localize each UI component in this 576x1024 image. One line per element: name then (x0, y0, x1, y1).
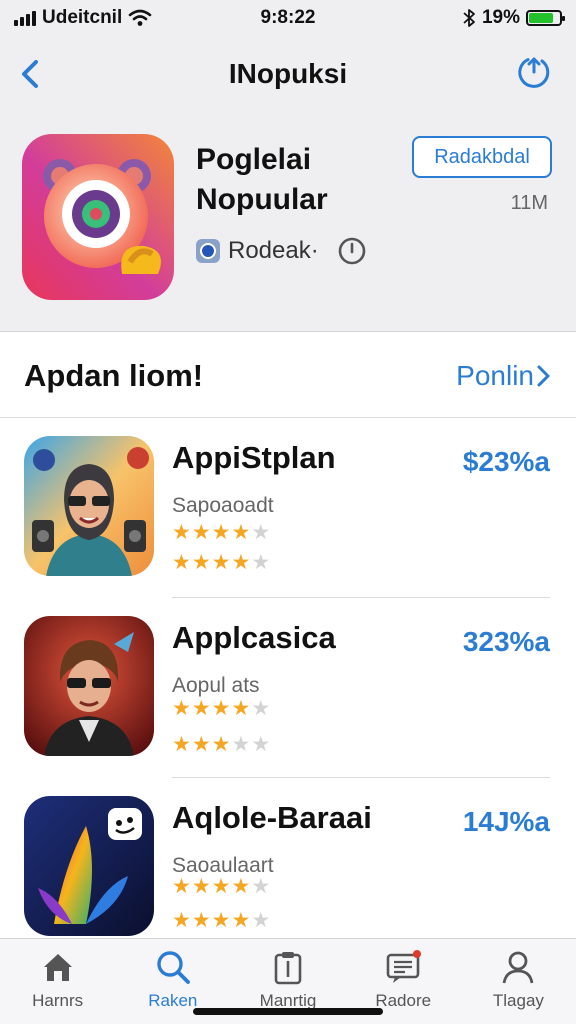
star-empty-icon: ★ (251, 697, 271, 720)
star-filled-icon: ★ (211, 521, 231, 544)
star-filled-icon: ★ (211, 733, 231, 756)
star-filled-icon: ★ (172, 551, 191, 574)
chevron-right-icon (537, 365, 550, 387)
star-filled-icon: ★ (172, 875, 191, 898)
star-filled-icon: ★ (191, 697, 211, 720)
message-icon (386, 950, 422, 983)
star-filled-icon: ★ (191, 875, 211, 898)
featured-title-line1: Poglelai (196, 143, 312, 176)
section-header: Apdan liom! Ponlin (0, 332, 576, 418)
app-subtitle: Sapoaoadt (172, 494, 274, 517)
developer-icon (196, 239, 220, 263)
star-empty-icon: ★ (251, 551, 271, 574)
star-filled-icon: ★ (172, 697, 191, 720)
star-filled-icon: ★ (231, 697, 251, 720)
star-empty-icon: ★ (251, 875, 271, 898)
app-icon (24, 616, 154, 756)
star-filled-icon: ★ (231, 521, 251, 544)
star-empty-icon: ★ (231, 733, 251, 756)
star-rating: ★ ★ ★ ★ ★ (172, 910, 270, 932)
carrier-label: Udeitcnil (42, 7, 123, 28)
star-filled-icon: ★ (172, 521, 191, 544)
featured-app: Poglelai Nopuular Radakbdal 11М Rodeak· (0, 112, 576, 332)
star-empty-icon: ★ (251, 521, 271, 544)
person-icon (503, 951, 534, 984)
battery-percent: 19% (481, 7, 520, 28)
tab-label: Raken (148, 991, 198, 1010)
star-filled-icon: ★ (191, 521, 211, 544)
search-icon (157, 951, 190, 984)
featured-app-title: Poglelai Nopuular (196, 140, 396, 220)
star-filled-icon: ★ (231, 909, 251, 932)
status-right: 19% (462, 7, 565, 29)
home-icon (43, 954, 72, 981)
clock-icon (338, 237, 366, 265)
wifi-icon (128, 9, 152, 26)
refresh-icon[interactable] (514, 52, 554, 92)
tab-label: Radore (375, 991, 432, 1010)
star-rating: ★ ★ ★ ★ ★ (172, 698, 270, 720)
star-rating: ★ ★ ★ ★ ★ (172, 522, 270, 544)
status-bar: Udeitcnil 9:8:22 19% (0, 0, 576, 36)
page-title: INopuksi (228, 58, 348, 89)
signal-icon (14, 10, 36, 26)
featured-app-icon[interactable] (22, 134, 174, 300)
featured-title-line2: Nopuular (196, 183, 328, 216)
app-subtitle: Aopul ats (172, 674, 260, 697)
chevron-left-icon[interactable] (12, 54, 52, 94)
see-all-label: Ponlin (456, 360, 534, 391)
status-left: Udeitcnil (14, 7, 152, 29)
app-list-item[interactable]: Aqlole-Baraai Saoaulaart 14J%a ★ ★ ★ ★ ★ ★ ★ ★… (0, 778, 576, 958)
nav-bar: INopuksi (0, 36, 576, 112)
app-icon (24, 436, 154, 576)
star-filled-icon: ★ (231, 875, 251, 898)
app-name: Aqlole-Baraai (172, 800, 372, 835)
battery-icon (526, 10, 565, 26)
star-rating: ★ ★ ★ ★ ★ (172, 876, 270, 898)
star-filled-icon: ★ (172, 909, 191, 932)
star-filled-icon: ★ (191, 909, 211, 932)
star-empty-icon: ★ (251, 909, 271, 932)
section-title: Apdan liom! (24, 358, 204, 393)
featured-size: 11М (510, 192, 548, 214)
app-price-button[interactable]: 323%a (463, 626, 550, 658)
app-price-button[interactable]: $23%a (463, 446, 550, 478)
star-rating: ★ ★ ★ ★ ★ (172, 734, 270, 756)
star-filled-icon: ★ (231, 551, 251, 574)
tab-label: Harnrs (32, 991, 84, 1010)
bluetooth-icon (463, 9, 475, 27)
app-list-item[interactable]: Applcasica Aopul ats 323%a ★ ★ ★ ★ ★ ★ ★ ★ ★ ★ (0, 598, 576, 778)
see-all-link[interactable]: Ponlin (456, 360, 552, 392)
home-indicator (193, 1008, 383, 1015)
app-icon (24, 796, 154, 936)
tab-label: Tlagay (492, 991, 544, 1010)
star-filled-icon: ★ (211, 909, 231, 932)
star-filled-icon: ★ (211, 697, 231, 720)
tab-profile[interactable]: Tlagay (461, 939, 576, 1024)
tab-home[interactable]: Harnrs (0, 939, 115, 1024)
star-filled-icon: ★ (191, 551, 211, 574)
app-price-button[interactable]: 14J%a (463, 806, 550, 838)
star-filled-icon: ★ (172, 733, 191, 756)
star-rating: ★ ★ ★ ★ ★ (172, 552, 270, 574)
star-filled-icon: ★ (211, 551, 231, 574)
battery-fill (529, 13, 553, 23)
app-list-item[interactable]: AppiStplan Sapoaoadt $23%a ★ ★ ★ ★ ★ ★ ★ ★ ★ ★ (0, 418, 576, 598)
featured-action-button[interactable]: Radakbdal (412, 136, 552, 178)
clipboard-icon (274, 952, 302, 985)
app-name: AppiStplan (172, 440, 336, 475)
star-empty-icon: ★ (251, 733, 271, 756)
star-filled-icon: ★ (191, 733, 211, 756)
app-name: Applcasica (172, 620, 336, 655)
featured-developer[interactable]: Rodeak· (196, 236, 367, 266)
star-filled-icon: ★ (211, 875, 231, 898)
developer-name: Rodeak· (228, 237, 319, 264)
